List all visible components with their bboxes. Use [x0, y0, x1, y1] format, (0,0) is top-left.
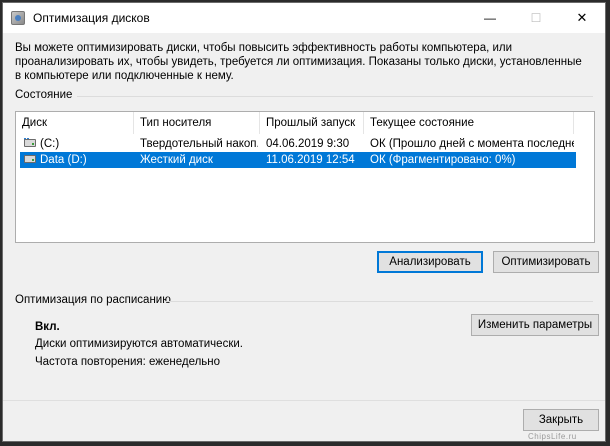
description-text: Вы можете оптимизировать диски, чтобы по…	[15, 42, 582, 82]
last-run: 11.06.2019 12:54	[266, 154, 355, 166]
site-watermark: ChipsLife.ru	[528, 432, 577, 441]
column-header-last-run[interactable]: Прошлый запуск	[260, 112, 364, 134]
column-header-media-type[interactable]: Тип носителя	[134, 112, 260, 134]
status-section-label: Состояние	[15, 89, 73, 101]
system-drive-icon	[24, 139, 36, 147]
close-button[interactable]: Закрыть	[523, 409, 599, 431]
change-settings-button[interactable]: Изменить параметры	[471, 314, 599, 336]
drive-row-c[interactable]: (C:) Твердотельный накоп... 04.06.2019 9…	[20, 136, 576, 152]
media-type: Жесткий диск	[140, 154, 213, 166]
close-window-button[interactable]: ✕	[559, 3, 605, 33]
status-section-divider	[77, 96, 593, 97]
minimize-button[interactable]: —	[467, 3, 513, 33]
drives-list[interactable]: Диск Тип носителя Прошлый запуск Текущее…	[15, 111, 595, 243]
optimize-button[interactable]: Оптимизировать	[493, 251, 599, 273]
analyze-button[interactable]: Анализировать	[377, 251, 483, 273]
disk-optimization-window: Оптимизация дисков — ☐ ✕ Вы можете оптим…	[2, 2, 606, 442]
title-bar[interactable]: Оптимизация дисков — ☐ ✕	[3, 3, 605, 33]
footer-bar	[3, 400, 605, 441]
column-header-drive[interactable]: Диск	[16, 112, 134, 134]
media-type: Твердотельный накоп...	[140, 138, 258, 150]
drive-row-d[interactable]: Data (D:) Жесткий диск 11.06.2019 12:54 …	[20, 152, 576, 168]
schedule-section-label: Оптимизация по расписанию	[15, 294, 171, 306]
drive-name: Data (D:)	[40, 154, 87, 166]
drives-list-header: Диск Тип носителя Прошлый запуск Текущее…	[16, 112, 594, 134]
drive-name: (C:)	[40, 138, 60, 150]
column-header-current-status[interactable]: Текущее состояние	[364, 112, 574, 134]
schedule-section-divider	[165, 301, 593, 302]
window-title: Оптимизация дисков	[33, 11, 150, 25]
current-status: ОК (Прошло дней с момента последне...	[370, 138, 574, 150]
schedule-frequency-text: Частота повторения: еженедельно	[35, 356, 221, 368]
maximize-button: ☐	[530, 11, 542, 25]
hard-drive-icon	[24, 155, 36, 163]
current-status: ОК (Фрагментировано: 0%)	[370, 154, 516, 166]
last-run: 04.06.2019 9:30	[266, 138, 350, 150]
schedule-state: Вкл.	[35, 321, 60, 333]
schedule-auto-text: Диски оптимизируются автоматически.	[35, 338, 243, 350]
defrag-app-icon	[11, 11, 25, 25]
